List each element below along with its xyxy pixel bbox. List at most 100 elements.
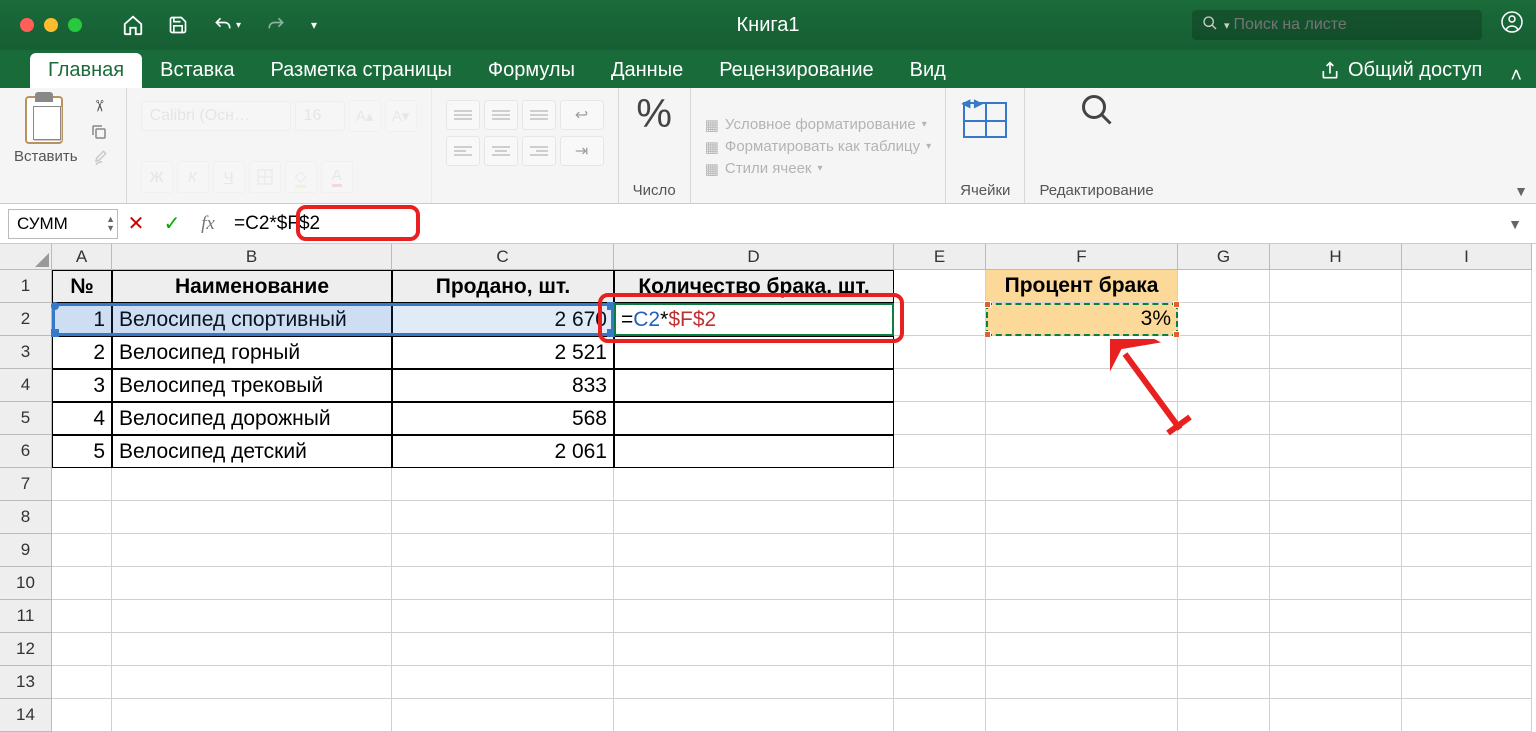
cell-F1[interactable]: Процент брака [986,270,1178,303]
tab-review[interactable]: Рецензирование [701,53,891,88]
cell-E2[interactable] [894,303,986,336]
cell-E7[interactable] [894,468,986,501]
cell-A13[interactable] [52,666,112,699]
cell-I8[interactable] [1402,501,1532,534]
col-header-I[interactable]: I [1402,244,1532,270]
cell-D6[interactable] [614,435,894,468]
cell-H12[interactable] [1270,633,1402,666]
row-header-10[interactable]: 10 [0,567,52,600]
cell-C12[interactable] [392,633,614,666]
row-header-1[interactable]: 1 [0,270,52,303]
cell-C13[interactable] [392,666,614,699]
row-header-4[interactable]: 4 [0,369,52,402]
cell-I3[interactable] [1402,336,1532,369]
cell-F12[interactable] [986,633,1178,666]
cell-F7[interactable] [986,468,1178,501]
tab-data[interactable]: Данные [593,53,701,88]
conditional-formatting-button[interactable]: ▦ Условное форматирование ▾ [705,116,931,134]
cell-B6[interactable]: Велосипед детский [112,435,392,468]
cell-D9[interactable] [614,534,894,567]
cell-B7[interactable] [112,468,392,501]
underline-button[interactable]: Ч [213,161,245,193]
minimize-window-button[interactable] [44,18,58,32]
cell-E13[interactable] [894,666,986,699]
font-size-select[interactable]: 16 [295,101,345,131]
cell-B3[interactable]: Велосипед горный [112,336,392,369]
cells-icon[interactable] [963,102,1007,138]
cell-H7[interactable] [1270,468,1402,501]
copy-icon[interactable] [86,122,112,142]
tab-view[interactable]: Вид [892,53,964,88]
cell-A8[interactable] [52,501,112,534]
cell-I4[interactable] [1402,369,1532,402]
cell-H11[interactable] [1270,600,1402,633]
save-icon[interactable] [168,15,188,35]
italic-button[interactable]: К [177,161,209,193]
cell-E1[interactable] [894,270,986,303]
cell-B9[interactable] [112,534,392,567]
increase-font-icon[interactable]: A▴ [349,100,381,132]
col-header-G[interactable]: G [1178,244,1270,270]
row-header-8[interactable]: 8 [0,501,52,534]
fill-color-button[interactable]: ◇ [285,161,317,193]
cell-G8[interactable] [1178,501,1270,534]
cell-G9[interactable] [1178,534,1270,567]
cell-A11[interactable] [52,600,112,633]
row-header-5[interactable]: 5 [0,402,52,435]
align-center-icon[interactable] [484,136,518,166]
cell-H3[interactable] [1270,336,1402,369]
cell-I5[interactable] [1402,402,1532,435]
cell-C7[interactable] [392,468,614,501]
tab-formulas[interactable]: Формулы [470,53,593,88]
cell-A2[interactable]: 1 [52,303,112,336]
format-as-table-button[interactable]: ▦ Форматировать как таблицу ▾ [705,138,931,156]
cell-D4[interactable] [614,369,894,402]
align-middle-icon[interactable] [484,100,518,130]
cell-A10[interactable] [52,567,112,600]
cell-I2[interactable] [1402,303,1532,336]
wrap-text-icon[interactable]: ↩ [560,100,604,130]
cell-E10[interactable] [894,567,986,600]
cell-H2[interactable] [1270,303,1402,336]
cell-F3[interactable] [986,336,1178,369]
borders-button[interactable] [249,161,281,193]
col-header-F[interactable]: F [986,244,1178,270]
cell-B13[interactable] [112,666,392,699]
cell-E9[interactable] [894,534,986,567]
cell-D12[interactable] [614,633,894,666]
cell-F13[interactable] [986,666,1178,699]
cell-D7[interactable] [614,468,894,501]
cell-F6[interactable] [986,435,1178,468]
qat-customize-icon[interactable]: ▾ [311,18,317,32]
cell-C9[interactable] [392,534,614,567]
cell-F11[interactable] [986,600,1178,633]
cell-G2[interactable] [1178,303,1270,336]
cell-H5[interactable] [1270,402,1402,435]
col-header-A[interactable]: A [52,244,112,270]
cell-F8[interactable] [986,501,1178,534]
cell-A7[interactable] [52,468,112,501]
cell-C2[interactable]: 2 670 [392,303,614,336]
cell-B11[interactable] [112,600,392,633]
cell-E5[interactable] [894,402,986,435]
ribbon-collapse-button[interactable]: ˄ [1496,65,1536,88]
cell-C1[interactable]: Продано, шт. [392,270,614,303]
maximize-window-button[interactable] [68,18,82,32]
cell-E6[interactable] [894,435,986,468]
cell-A3[interactable]: 2 [52,336,112,369]
ribbon-expand-icon[interactable]: ▼ [1514,183,1528,199]
cell-H9[interactable] [1270,534,1402,567]
redo-icon[interactable] [265,15,287,35]
row-header-12[interactable]: 12 [0,633,52,666]
row-header-7[interactable]: 7 [0,468,52,501]
cell-C8[interactable] [392,501,614,534]
col-header-E[interactable]: E [894,244,986,270]
row-header-2[interactable]: 2 [0,303,52,336]
cell-D11[interactable] [614,600,894,633]
cell-B12[interactable] [112,633,392,666]
row-header-11[interactable]: 11 [0,600,52,633]
cell-E8[interactable] [894,501,986,534]
cell-B10[interactable] [112,567,392,600]
cell-H1[interactable] [1270,270,1402,303]
align-top-icon[interactable] [446,100,480,130]
